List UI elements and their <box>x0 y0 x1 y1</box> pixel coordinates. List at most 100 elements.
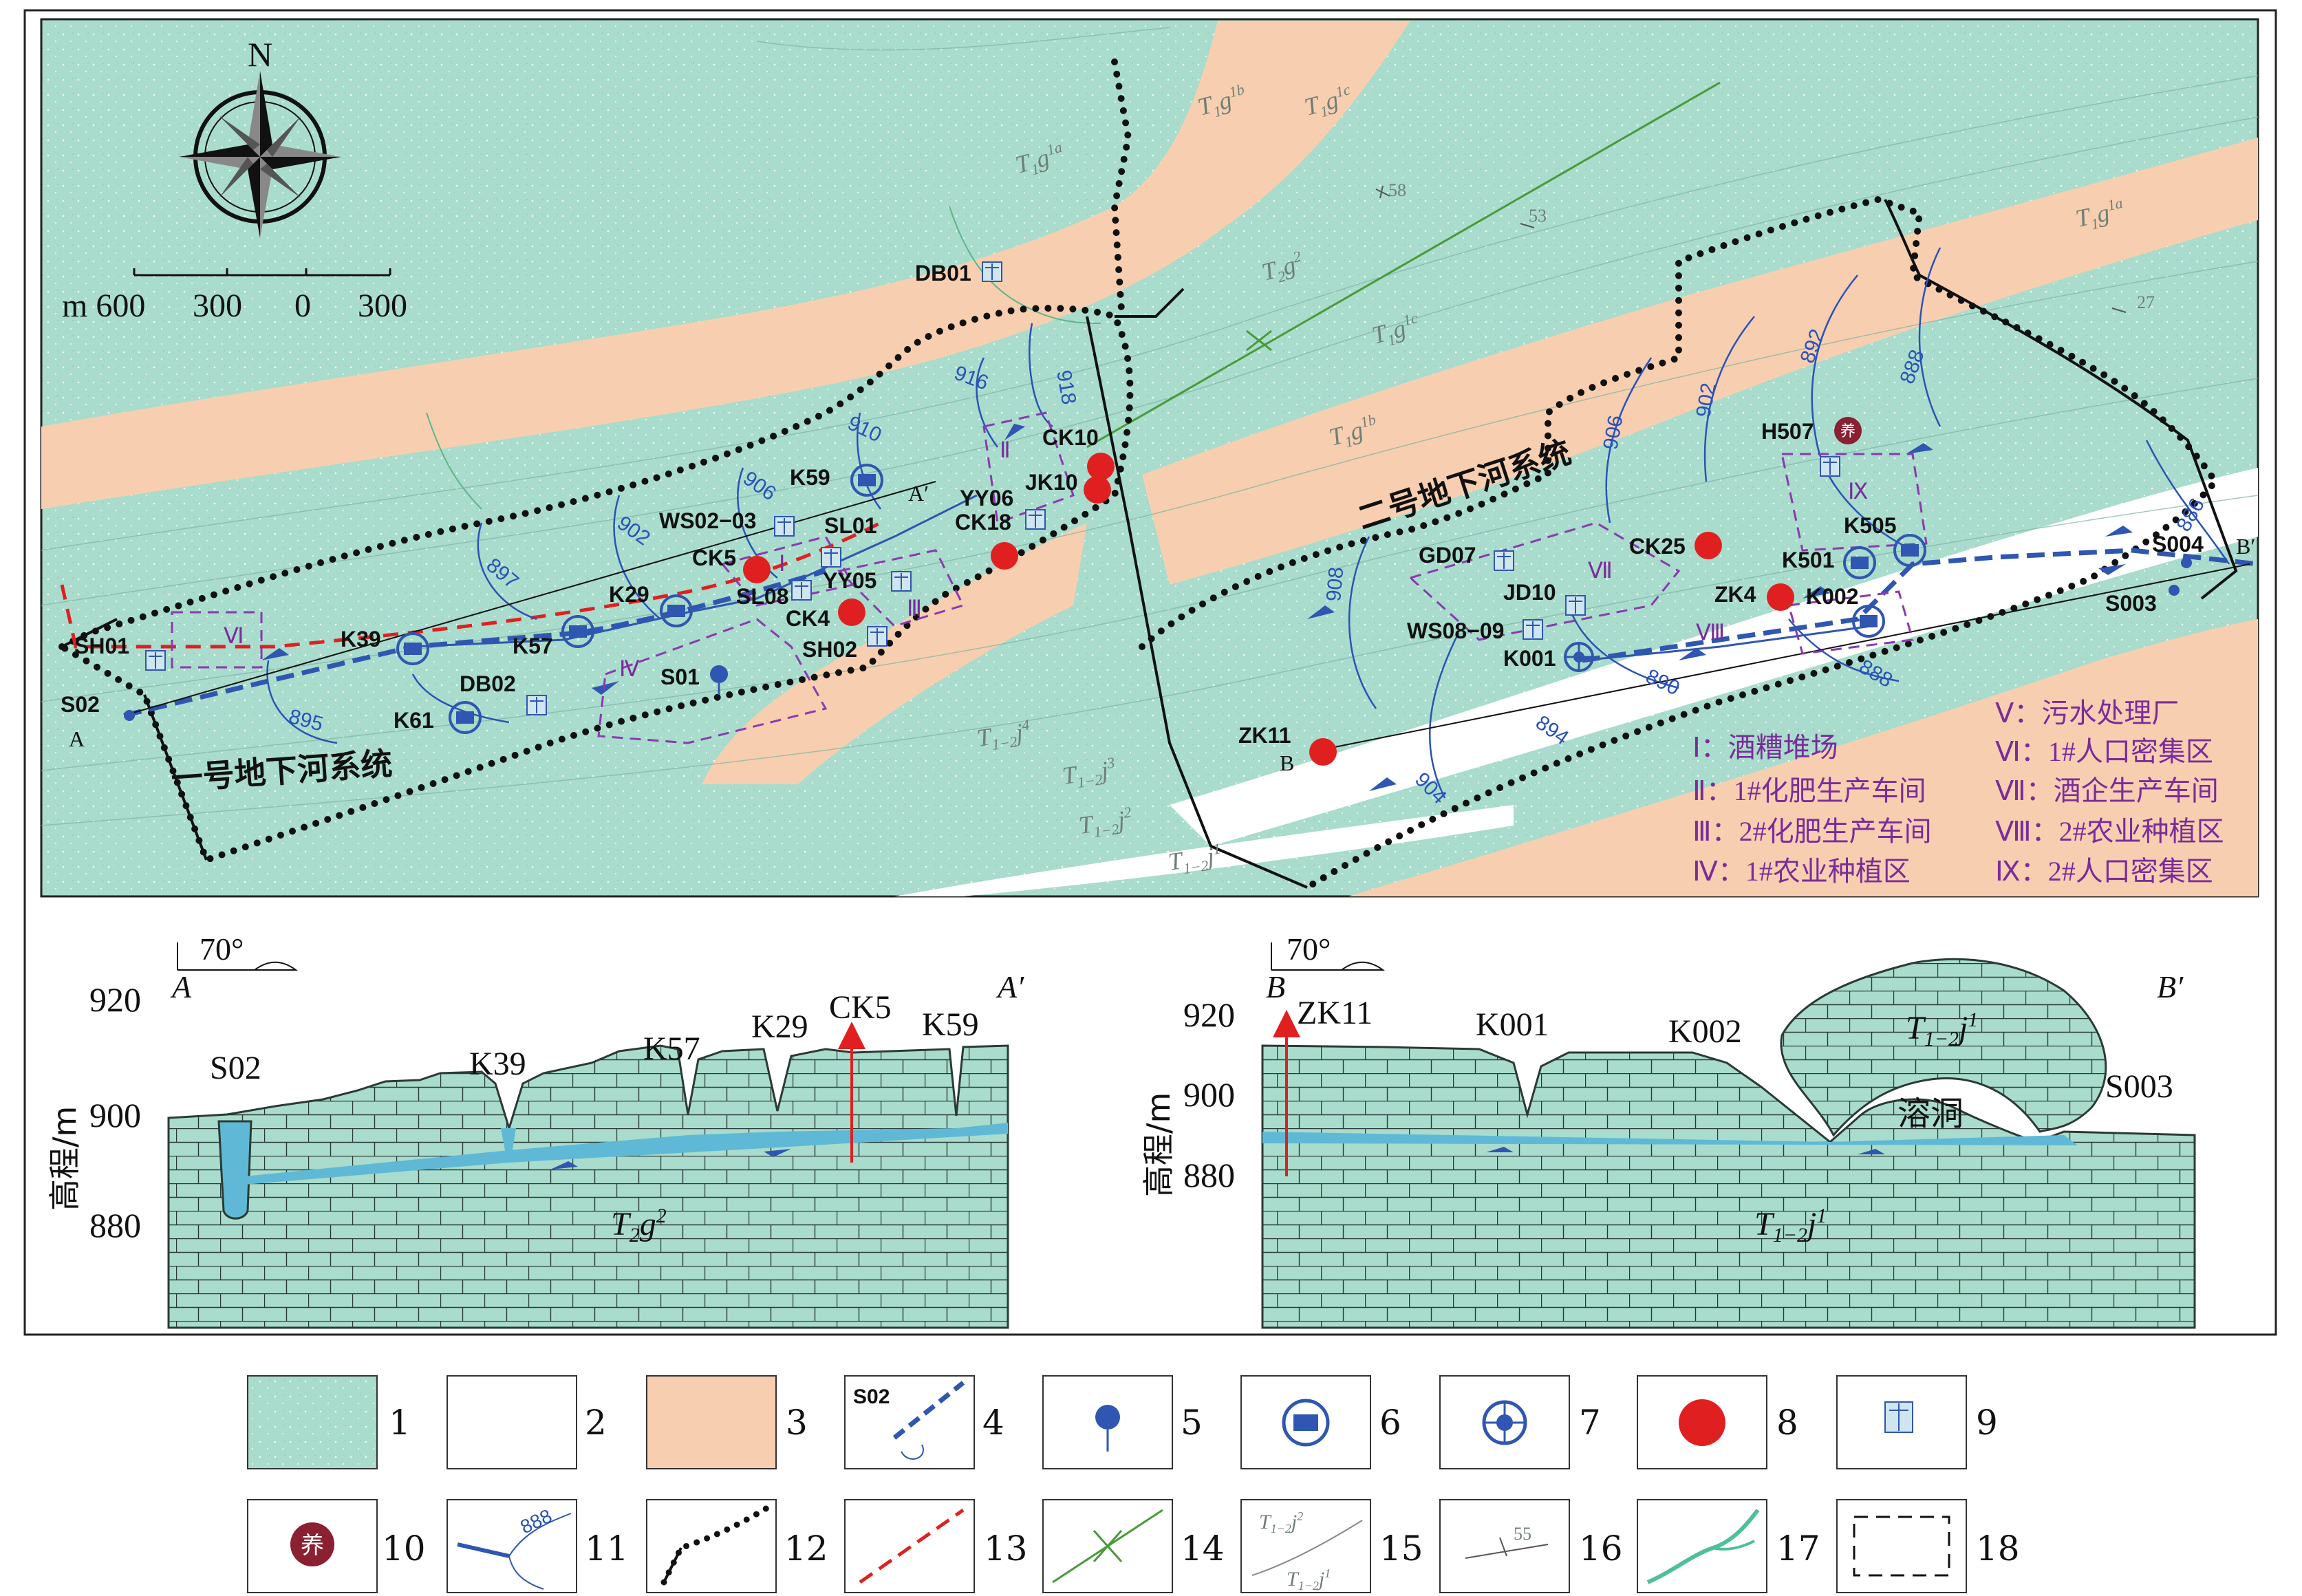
section-a-label-s02: S02 <box>210 1050 261 1086</box>
section-a-ylabel: 高程/m <box>46 1106 83 1211</box>
label-sl08: SL08 <box>736 584 788 609</box>
well-gd07 <box>1494 550 1514 571</box>
zone-label-7: Ⅶ <box>1588 558 1613 583</box>
section-a-label-k29: K29 <box>751 1009 808 1045</box>
legend-box-7 <box>1439 1375 1570 1469</box>
section-b-ytick-900: 900 <box>1183 1075 1235 1114</box>
well-db01 <box>982 261 1002 282</box>
legend-box-6 <box>1240 1375 1371 1469</box>
label-ck10: CK10 <box>1042 425 1099 450</box>
label-ck25: CK25 <box>1629 534 1686 559</box>
section-b-dip: 70° <box>1287 931 1331 967</box>
fishery-h507: 养 <box>1834 417 1862 444</box>
section-a-ytick-920: 920 <box>89 980 141 1019</box>
pollution-point-zk11 <box>1309 738 1337 766</box>
label-b: B <box>1280 751 1294 775</box>
section-a-spring-s02 <box>217 1120 252 1220</box>
label-ck5: CK5 <box>692 546 736 570</box>
section-b-label-k001: K001 <box>1476 1006 1549 1043</box>
legend-num-1: 1 <box>389 1403 411 1443</box>
legend-num-10: 10 <box>382 1529 426 1568</box>
well-sh01 <box>145 650 166 671</box>
legend-num-7: 7 <box>1579 1403 1601 1443</box>
label-k57: K57 <box>513 634 553 658</box>
legend-num-6: 6 <box>1379 1403 1401 1443</box>
legend-num-15: 15 <box>1379 1529 1423 1568</box>
label-zk11: ZK11 <box>1238 723 1291 748</box>
legend-box-14 <box>1042 1499 1173 1593</box>
legend-box-15: T1−2j2 T1−2j1 <box>1240 1499 1371 1593</box>
legend-num-4: 4 <box>982 1403 1004 1443</box>
legend-num-16: 16 <box>1579 1529 1623 1568</box>
well-jd10 <box>1565 595 1586 616</box>
label-s02: S02 <box>61 692 100 717</box>
compass-north-label: N <box>248 35 272 74</box>
label-k59: K59 <box>790 465 830 490</box>
zone-label-2: Ⅱ <box>1000 438 1011 462</box>
spring-s02 <box>124 710 135 721</box>
pollution-point-ck18 <box>991 542 1018 570</box>
zone-label-1: Ⅰ <box>779 551 785 576</box>
section-a-dip: 70° <box>200 931 244 967</box>
zone-legend-9: Ⅸ：2#人口密集区 <box>1995 856 2213 887</box>
zone-legend-7: Ⅶ：酒企生产车间 <box>1995 775 2219 806</box>
section-b-ytick-920: 920 <box>1183 995 1235 1034</box>
legend-num-12: 12 <box>784 1529 828 1568</box>
section-b-label-k002: K002 <box>1668 1013 1742 1050</box>
legend-box-1 <box>247 1375 378 1469</box>
label-ws02: WS02−03 <box>659 508 756 533</box>
well-h507-2 <box>1820 456 1840 477</box>
section-b-start: B <box>1266 969 1285 1004</box>
cross-section-a: T2g2 A A′ 70° 高程/m 920 900 880 S02 K39 K… <box>46 931 1024 1329</box>
well-sl08 <box>791 580 812 601</box>
label-s003: S003 <box>2105 591 2157 616</box>
section-b-end: B′ <box>2157 969 2184 1004</box>
zone-label-6: Ⅵ <box>224 623 244 648</box>
label-sh01: SH01 <box>74 634 129 658</box>
legend-box-3 <box>646 1375 777 1469</box>
legend-box-16: 55 <box>1439 1499 1570 1593</box>
legend-num-13: 13 <box>984 1529 1028 1568</box>
label-sh02: SH02 <box>802 637 857 662</box>
legend-box-8 <box>1637 1375 1767 1469</box>
label-db02: DB02 <box>460 671 516 696</box>
svg-text:养: 养 <box>301 1532 324 1560</box>
legend-num-8: 8 <box>1776 1403 1798 1443</box>
dip-27: 27 <box>2137 292 2155 312</box>
label-bprime: B′ <box>2236 534 2255 559</box>
section-b-cave-label: 溶洞 <box>1897 1094 1964 1133</box>
label-k505: K505 <box>1844 513 1897 538</box>
section-a-ytick-880: 880 <box>89 1206 141 1244</box>
zone-label-9: Ⅸ <box>1848 479 1868 504</box>
legend-box-17 <box>1637 1499 1767 1593</box>
legend-num-5: 5 <box>1181 1403 1203 1443</box>
label-k61: K61 <box>394 708 434 733</box>
label-s01: S01 <box>660 665 700 689</box>
label-aprime: A′ <box>908 481 929 506</box>
section-a-label-k59: K59 <box>922 1006 979 1043</box>
legend-num-3: 3 <box>786 1403 808 1443</box>
label-sl01: SL01 <box>824 513 876 538</box>
label-k002: K002 <box>1806 584 1859 609</box>
zone-legend-4: Ⅳ：1#农业种植区 <box>1692 856 1911 887</box>
label-ck4: CK4 <box>786 606 830 631</box>
zone-label-3: Ⅲ <box>907 596 922 621</box>
section-b-ylabel: 高程/m <box>1140 1092 1177 1197</box>
legend-num-14: 14 <box>1181 1529 1225 1568</box>
section-a-label-k39: K39 <box>469 1046 526 1082</box>
zone-legend-1: Ⅰ：酒糟堆场 <box>1692 732 1838 763</box>
svg-text:养: 养 <box>1840 423 1855 440</box>
label-k39: K39 <box>341 627 381 651</box>
well-ws02 <box>774 516 795 537</box>
zone-legend-6: Ⅵ：1#人口密集区 <box>1995 736 2213 767</box>
legend-box-10: 养 <box>247 1499 378 1593</box>
scale-label-0: 0 <box>294 288 311 324</box>
pollution-point-ck4 <box>838 598 865 626</box>
pollution-point-jk10 <box>1084 476 1111 504</box>
legend-box-11: 888 <box>447 1499 577 1593</box>
section-b-label-s003: S003 <box>2105 1068 2173 1105</box>
label-k501: K501 <box>1782 548 1835 572</box>
legend-box-12 <box>646 1499 777 1593</box>
well-yy05 <box>891 571 912 592</box>
dip-53: 53 <box>1529 206 1547 226</box>
